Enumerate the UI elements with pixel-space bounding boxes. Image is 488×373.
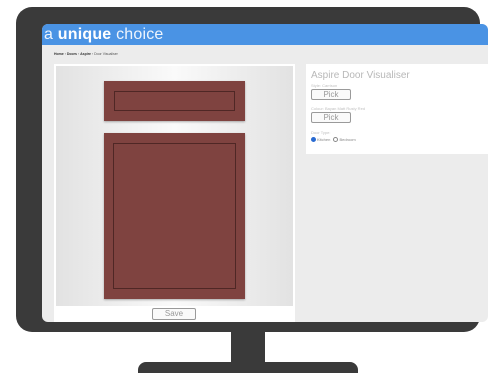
breadcrumb-doors[interactable]: Doors — [67, 52, 77, 56]
monitor-stand-base — [138, 362, 358, 373]
kitchen-radio-label[interactable]: Kitchen — [317, 137, 330, 142]
site-header: a unique choice — [42, 24, 488, 45]
bedroom-radio[interactable] — [333, 137, 339, 143]
colour-pick-button[interactable]: Pick — [311, 112, 351, 123]
colour-label: Colour: Bayan Matt Rusty Red — [311, 106, 366, 111]
logo-word-unique: unique — [57, 26, 112, 43]
door-front — [104, 133, 245, 299]
bedroom-radio-label[interactable]: Bedroom — [339, 137, 355, 142]
screen: a unique choice Home › Doors › Aspire › … — [42, 24, 488, 322]
panel-title: Aspire Door Visualiser — [311, 70, 410, 81]
breadcrumb-aspire[interactable]: Aspire — [80, 52, 91, 56]
style-pick-button[interactable]: Pick — [311, 89, 351, 100]
logo-word-choice: choice — [116, 26, 164, 43]
preview-background — [56, 66, 293, 306]
visualiser-options-panel: Aspire Door Visualiser Style: Carrison P… — [306, 64, 488, 154]
door-type-radio-group: Kitchen Bedroom — [311, 137, 356, 143]
save-button[interactable]: Save — [152, 308, 196, 320]
door-preview-panel: Save — [54, 64, 295, 322]
drawer-front — [104, 81, 245, 121]
breadcrumb-home[interactable]: Home — [54, 52, 64, 56]
style-label: Style: Carrison — [311, 83, 338, 88]
monitor-stand-neck — [231, 330, 265, 364]
door-panel-inset — [113, 143, 236, 289]
breadcrumb: Home › Doors › Aspire › Door Visualiser — [54, 52, 118, 56]
site-logo[interactable]: a unique choice — [44, 25, 164, 44]
logo-word-a: a — [44, 26, 54, 43]
drawer-panel-inset — [114, 91, 235, 111]
kitchen-radio[interactable] — [311, 137, 316, 143]
monitor-frame: a unique choice Home › Doors › Aspire › … — [16, 7, 488, 332]
breadcrumb-current: Door Visualiser — [94, 52, 118, 56]
door-type-label: Door Type: — [311, 130, 331, 135]
